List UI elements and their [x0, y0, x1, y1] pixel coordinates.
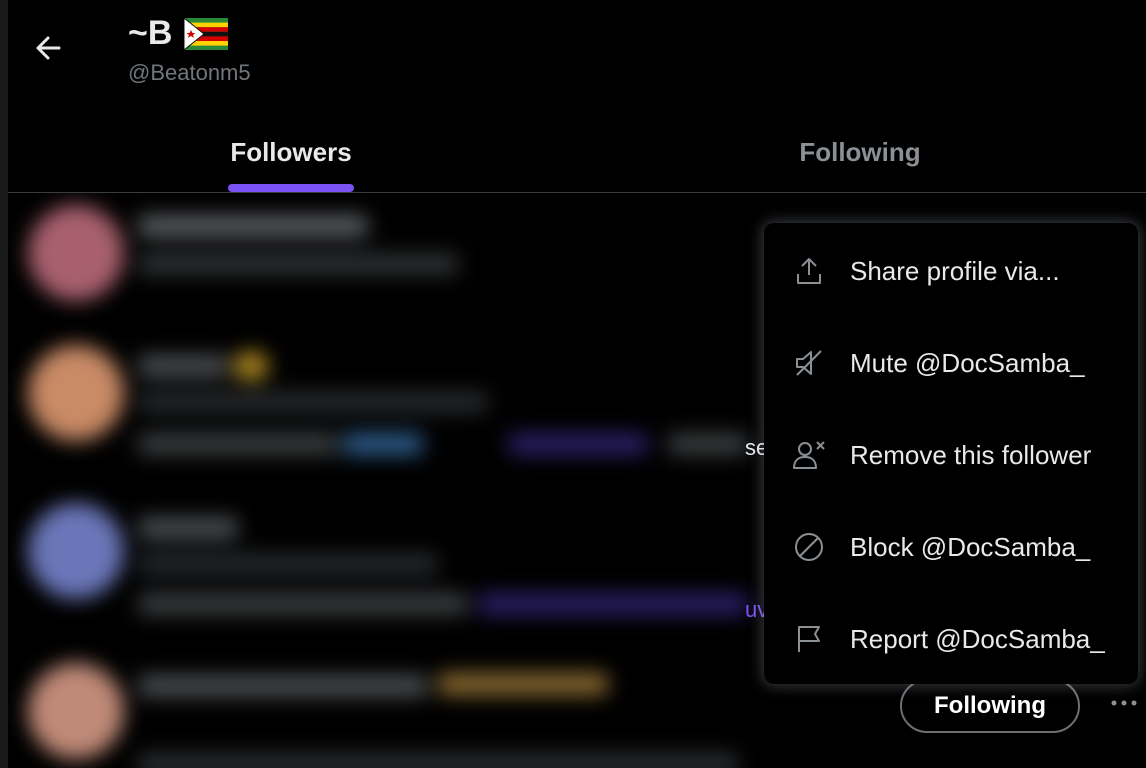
blurred-bio [508, 433, 648, 455]
blurred-list-content [8, 193, 768, 768]
list-item[interactable] [8, 493, 768, 643]
blurred-emoji [233, 351, 269, 381]
list-item[interactable] [8, 193, 768, 343]
blurred-bio [138, 433, 338, 455]
menu-item-remove-follower[interactable]: Remove this follower [764, 409, 1138, 501]
back-arrow-icon [36, 36, 61, 60]
menu-label: Block @DocSamba_ [850, 531, 1091, 562]
blurred-handle [138, 553, 438, 575]
page-title: ~B [128, 14, 229, 53]
menu-item-mute[interactable]: Mute @DocSamba_ [764, 317, 1138, 409]
blurred-bio [668, 433, 748, 455]
menu-label: Mute @DocSamba_ [850, 347, 1085, 378]
avatar [28, 503, 124, 599]
share-icon [792, 254, 826, 288]
remove-follower-icon [792, 438, 826, 472]
blurred-bio [138, 753, 738, 768]
tab-bar: Followers Following [8, 112, 1146, 193]
report-flag-icon [792, 622, 826, 656]
blurred-bio [478, 593, 748, 615]
blurred-handle [138, 253, 458, 275]
menu-item-block[interactable]: Block @DocSamba_ [764, 501, 1138, 593]
menu-item-share-profile[interactable]: Share profile via... [764, 225, 1138, 317]
menu-label: Report @DocSamba_ [850, 623, 1105, 654]
more-horizontal-icon [1111, 700, 1137, 706]
blurred-emoji [438, 673, 608, 695]
menu-item-report[interactable]: Report @DocSamba_ [764, 593, 1138, 685]
profile-handle: @Beatonm5 [128, 60, 251, 85]
blurred-name [138, 215, 368, 237]
tab-followers[interactable]: Followers [8, 112, 574, 192]
display-name: ~B [128, 14, 173, 52]
more-options-button[interactable] [1108, 687, 1140, 719]
block-icon [792, 530, 826, 564]
avatar [28, 345, 124, 441]
back-button[interactable] [30, 30, 66, 66]
blurred-name [138, 355, 228, 377]
mute-icon [792, 346, 826, 380]
menu-label: Remove this follower [850, 439, 1092, 470]
active-tab-indicator [228, 184, 354, 192]
menu-label: Share profile via... [850, 255, 1060, 286]
blurred-handle [138, 391, 488, 413]
list-item[interactable] [8, 333, 768, 483]
profile-header: ~B @Beatonm5 [8, 0, 1146, 112]
blurred-name [138, 517, 238, 539]
following-button[interactable]: Following [900, 679, 1080, 733]
zimbabwe-flag-icon [184, 17, 229, 50]
avatar [28, 205, 124, 301]
tab-following[interactable]: Following [574, 112, 1146, 192]
avatar [28, 663, 124, 759]
left-rail [0, 0, 8, 768]
list-item[interactable] [8, 653, 768, 768]
blurred-bio [138, 593, 468, 615]
blurred-name [138, 675, 428, 697]
blurred-bio [343, 433, 423, 455]
context-menu: Share profile via... Mute @DocSamba_ Rem… [764, 223, 1138, 684]
